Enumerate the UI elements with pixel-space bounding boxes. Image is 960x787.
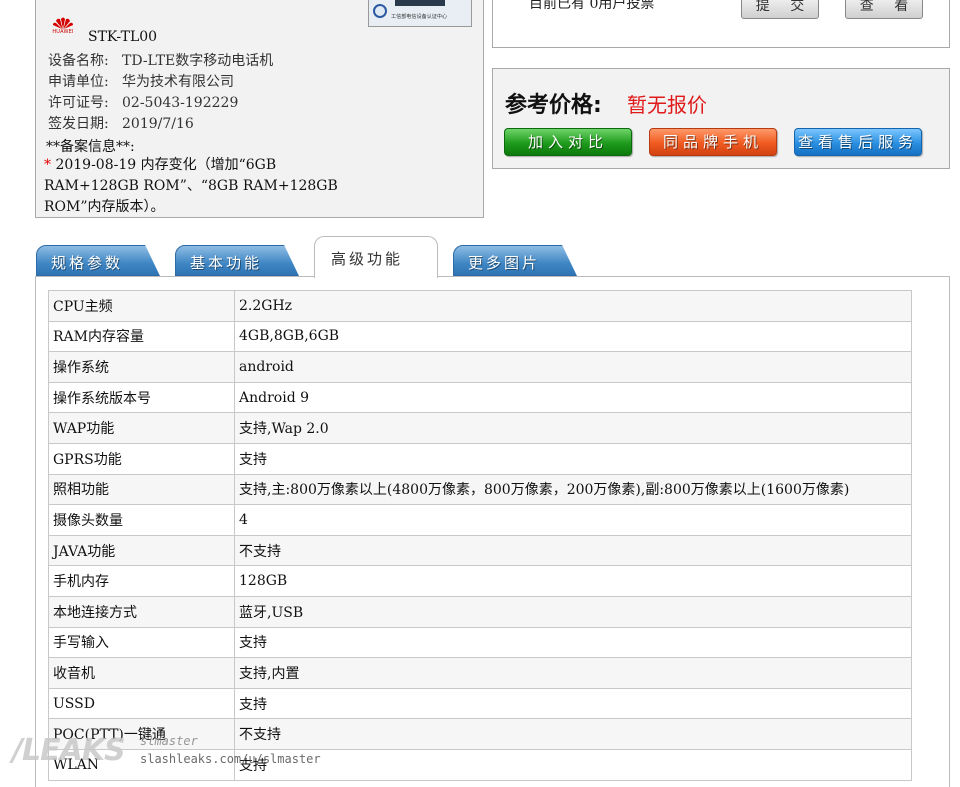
device-info-card: 工信部电信设备认证中心 HUAWEI STK-TL00 设备名称: TD-LTE数… [35, 0, 484, 218]
tab-advanced-functions[interactable]: 高级功能 [314, 236, 438, 278]
price-label: 参考价格: [505, 93, 602, 118]
spec-key: USSD [48, 687, 235, 720]
huawei-logo: HUAWEI [50, 17, 76, 35]
add-to-compare-button[interactable]: 加入对比 [504, 128, 632, 156]
spec-key: RAM内存容量 [48, 320, 235, 353]
table-row: CPU主频 2.2GHz [48, 290, 912, 322]
spec-key: 摄像头数量 [48, 504, 235, 536]
spec-value: 不支持 [234, 718, 912, 750]
table-row: 操作系统 android [48, 351, 912, 383]
spec-value: 支持,Wap 2.0 [234, 412, 912, 444]
spec-value: 2.2GHz [234, 290, 912, 322]
spec-key: 手写输入 [48, 626, 235, 659]
device-model: STK-TL00 [88, 29, 158, 45]
vote-panel: 目前已有 0用户投票 提 交 查 看 [492, 0, 950, 48]
table-row: USSD 支持 [48, 687, 912, 720]
spec-value: 支持,主:800万像素以上(4800万像素，800万像素，200万像素),副:8… [234, 473, 912, 506]
tab-basic-functions[interactable]: 基本功能 [175, 245, 299, 276]
spec-value: 不支持 [234, 534, 912, 567]
spec-value: 支持 [234, 748, 912, 781]
spec-key: GPRS功能 [48, 442, 235, 475]
price-value: 暂无报价 [627, 93, 707, 117]
table-row: 摄像头数量 4 [48, 504, 912, 536]
table-row: GPRS功能 支持 [48, 442, 912, 475]
spec-value: 4GB,8GB,6GB [234, 320, 912, 353]
spec-value: 支持 [234, 626, 912, 659]
spec-value: 支持 [234, 442, 912, 475]
spec-value: 蓝牙,USB [234, 595, 912, 628]
view-button[interactable]: 查 看 [845, 0, 923, 19]
spec-value: 128GB [234, 565, 912, 597]
spec-key: 本地连接方式 [48, 595, 235, 628]
huawei-petals-icon [53, 17, 73, 29]
spec-key: WAP功能 [48, 412, 235, 444]
table-row: 照相功能 支持,主:800万像素以上(4800万像素，800万像素，200万像素)… [48, 473, 912, 506]
field-applicant: 申请单位: 华为技术有限公司 [48, 74, 234, 90]
submit-button[interactable]: 提 交 [741, 0, 819, 19]
spec-value: 支持,内置 [234, 657, 912, 689]
backup-info-title: **备案信息**: [46, 139, 135, 155]
same-brand-phones-button[interactable]: 同品牌手机 [649, 128, 777, 156]
watermark-logo: /LEAKS [12, 733, 126, 768]
tab-specifications[interactable]: 规格参数 [36, 245, 160, 276]
table-row: 收音机 支持,内置 [48, 657, 912, 689]
tab-more-images[interactable]: 更多图片 [453, 245, 577, 276]
table-row: 手机内存 128GB [48, 565, 912, 597]
price-panel: 参考价格: 暂无报价 加入对比 同品牌手机 查看售后服务 [492, 68, 950, 169]
vote-count-text: 目前已有 0用户投票 [529, 0, 655, 12]
certification-seal-icon [373, 4, 387, 18]
spec-key: CPU主频 [48, 290, 235, 322]
after-sales-service-button[interactable]: 查看售后服务 [794, 128, 922, 156]
spec-value: 支持 [234, 687, 912, 720]
table-row: 手写输入 支持 [48, 626, 912, 659]
spec-key: 手机内存 [48, 565, 235, 597]
table-row: 本地连接方式 蓝牙,USB [48, 595, 912, 628]
spec-value: android [234, 351, 912, 383]
spec-key: 收音机 [48, 657, 235, 689]
backup-info-text: * 2019-08-19 内存变化（增加“6GB RAM+128GB ROM”、… [44, 157, 338, 215]
watermark-username: slmaster [140, 734, 198, 748]
spec-key: JAVA功能 [48, 534, 235, 567]
spec-table: CPU主频 2.2GHz RAM内存容量 4GB,8GB,6GB 操作系统 andro… [48, 290, 912, 781]
spec-key: 操作系统 [48, 351, 235, 383]
spec-value: Android 9 [234, 381, 912, 414]
table-row: JAVA功能 不支持 [48, 534, 912, 567]
field-issue-date: 签发日期: 2019/7/16 [48, 116, 194, 132]
field-device-name: 设备名称: TD-LTE数字移动电话机 [48, 53, 274, 69]
certification-image: 工信部电信设备认证中心 [368, 0, 472, 27]
required-marker: * [44, 157, 51, 173]
table-row: WAP功能 支持,Wap 2.0 [48, 412, 912, 444]
spec-value: 4 [234, 504, 912, 536]
spec-key: 操作系统版本号 [48, 381, 235, 414]
table-row: RAM内存容量 4GB,8GB,6GB [48, 320, 912, 353]
watermark-url: slashleaks.com/u/slmaster [140, 752, 321, 766]
spec-key: 照相功能 [48, 473, 235, 506]
field-license-number: 许可证号: 02-5043-192229 [48, 95, 239, 111]
table-row: 操作系统版本号 Android 9 [48, 381, 912, 414]
